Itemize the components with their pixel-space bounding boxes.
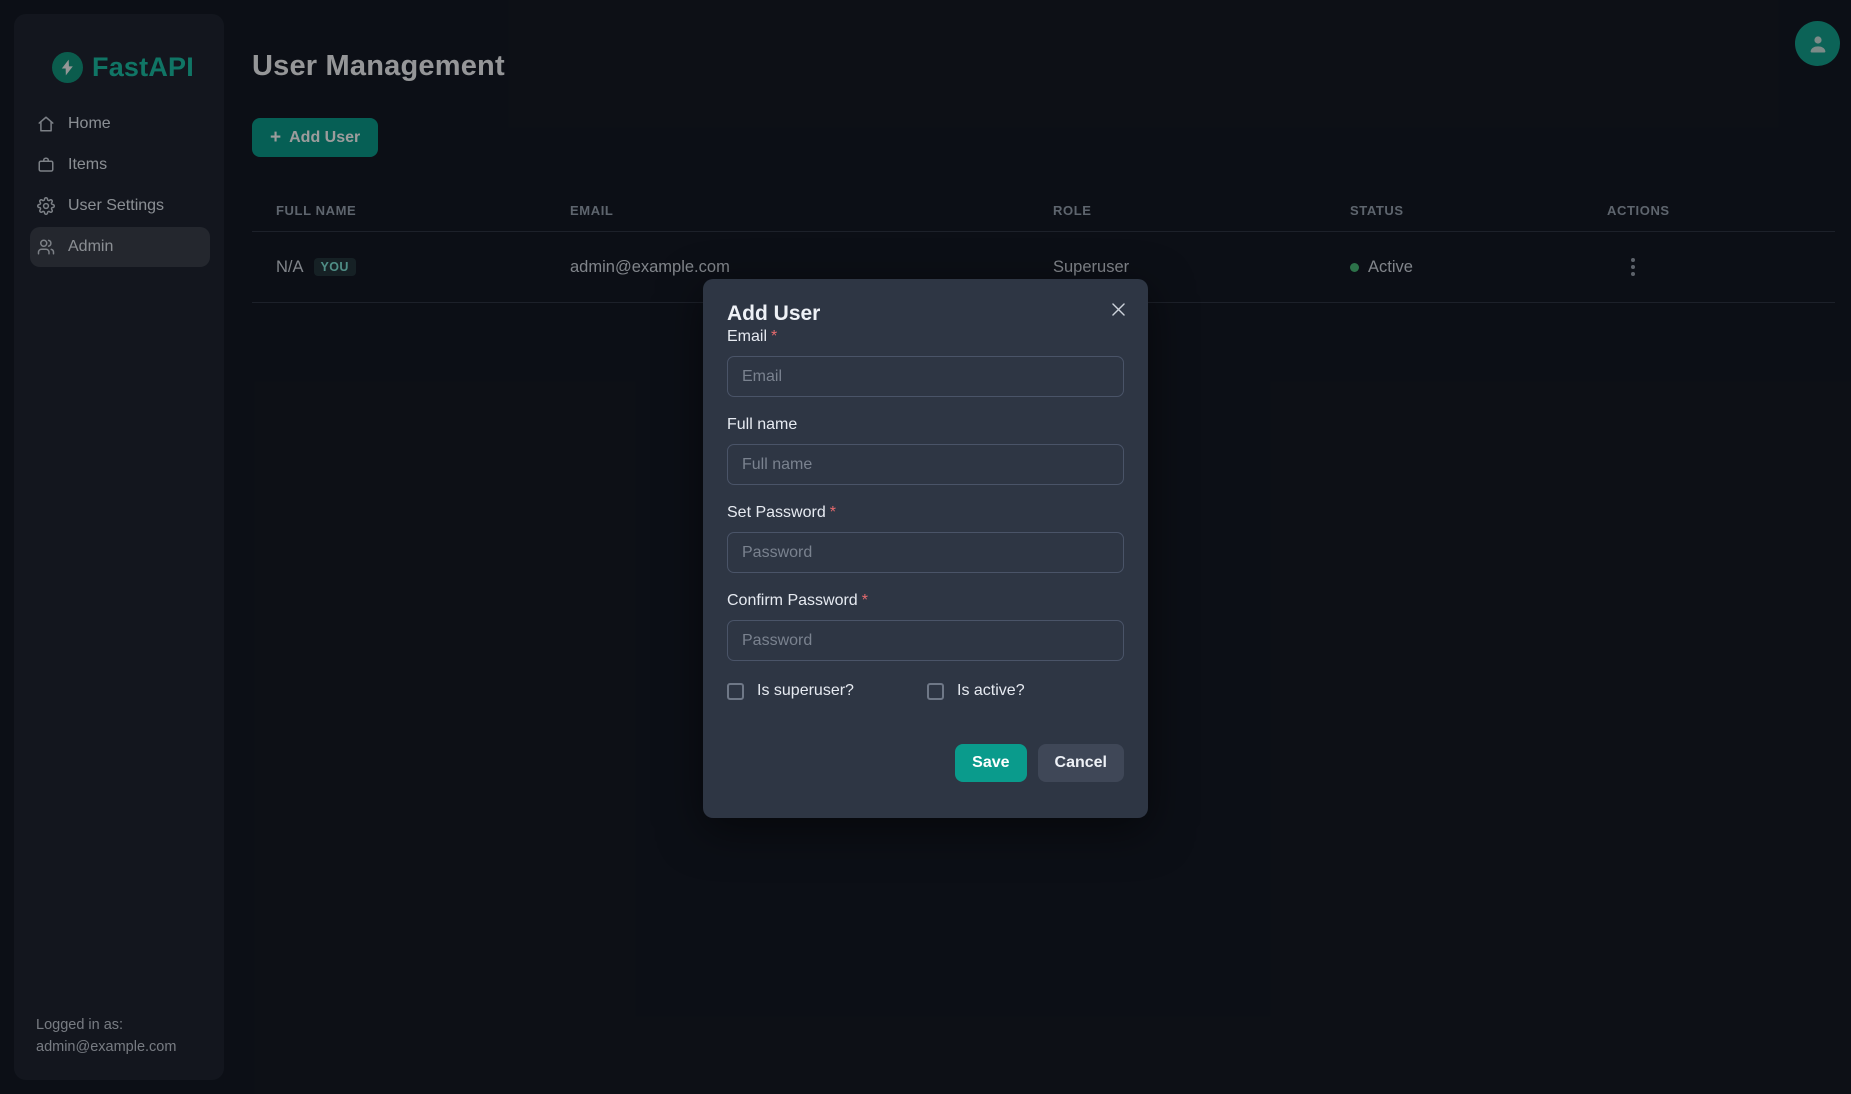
confirm-password-field-label: Confirm Password* [727,591,1124,610]
save-button[interactable]: Save [955,744,1026,782]
set-password-field-label: Set Password* [727,503,1124,522]
close-icon [1109,300,1128,319]
set-password-field-group: Set Password* [727,503,1124,591]
full-name-input[interactable] [727,444,1124,485]
checkbox-icon[interactable] [927,683,944,700]
email-field-label: Email* [727,327,1124,346]
modal-close-button[interactable] [1104,295,1132,323]
full-name-field-group: Full name [727,415,1124,503]
confirm-password-input[interactable] [727,620,1124,661]
is-superuser-label: Is superuser? [757,682,854,700]
add-user-modal: Add User Email* Full name Set Password* … [703,279,1148,818]
email-input[interactable] [727,356,1124,397]
is-active-checkbox[interactable]: Is active? [927,681,1025,701]
is-active-label: Is active? [957,682,1025,700]
required-marker: * [830,504,836,521]
checkbox-row: Is superuser? Is active? [727,681,1124,701]
checkbox-icon[interactable] [727,683,744,700]
required-marker: * [771,328,777,345]
modal-actions: Save Cancel [727,744,1124,782]
email-field-group: Email* [727,327,1124,415]
required-marker: * [862,592,868,609]
is-superuser-checkbox[interactable]: Is superuser? [727,681,927,701]
set-password-input[interactable] [727,532,1124,573]
full-name-field-label: Full name [727,415,1124,434]
modal-title: Add User [727,301,1124,327]
confirm-password-field-group: Confirm Password* [727,591,1124,679]
cancel-button[interactable]: Cancel [1038,744,1124,782]
